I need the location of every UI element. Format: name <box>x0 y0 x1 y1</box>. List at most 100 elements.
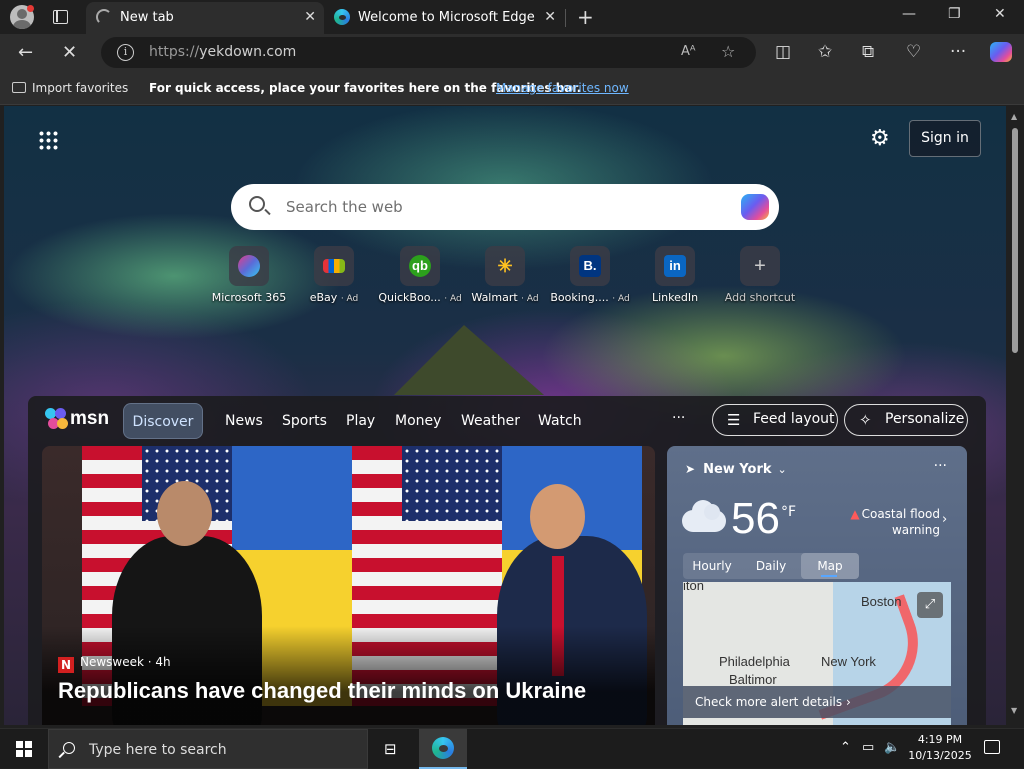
shortcut-walmart[interactable]: ✳ Walmart · Ad <box>459 246 551 304</box>
feed-layout-button[interactable]: ☰ Feed layout <box>712 404 838 436</box>
profile-notification-badge <box>27 5 34 12</box>
shortcut-tile <box>314 246 354 286</box>
location-arrow-icon: ➤ <box>685 462 696 476</box>
cloudy-weather-icon <box>682 500 726 532</box>
chevron-down-icon: ⌄ <box>777 463 787 476</box>
close-tab-icon[interactable]: ✕ <box>544 9 556 25</box>
weather-tab-daily[interactable]: Daily <box>742 553 800 579</box>
tab-actions-icon[interactable] <box>53 10 68 24</box>
tab-new-tab[interactable]: New tab ✕ <box>86 2 324 34</box>
story-source-label: Newsweek · 4h <box>80 655 171 669</box>
ad-tag: · Ad <box>612 294 630 304</box>
personalize-button[interactable]: ✧ Personalize <box>844 404 968 436</box>
minimize-icon[interactable]: — <box>902 6 916 22</box>
hero-story-card[interactable]: N Newsweek · 4h Republicans have changed … <box>42 446 655 725</box>
new-tab-button[interactable]: + <box>577 5 594 29</box>
more-icon[interactable]: ··· <box>950 42 966 62</box>
network-icon[interactable]: ▭ <box>862 740 874 755</box>
weather-alert[interactable]: ▲ Coastal flood warning <box>845 506 940 538</box>
sliders-icon: ☰ <box>727 411 741 429</box>
manage-favorites-link[interactable]: Manage favorites now <box>496 81 629 95</box>
more-options-icon[interactable]: ··· <box>934 458 947 474</box>
chevron-right-icon[interactable]: › <box>942 512 947 527</box>
tab-news[interactable]: News <box>225 403 263 439</box>
weather-location[interactable]: ➤ New York ⌄ <box>685 462 787 477</box>
shortcut-booking[interactable]: B. Booking.... · Ad <box>544 246 636 304</box>
settings-gear-icon[interactable]: ⚙ <box>870 126 890 151</box>
weather-card[interactable]: ➤ New York ⌄ ··· 56 °F ▲ Coastal flood warni… <box>667 446 967 725</box>
temperature: 56 <box>731 494 780 543</box>
tab-watch[interactable]: Watch <box>538 403 582 439</box>
alert-details-link[interactable]: Check more alert details › <box>683 686 951 718</box>
copilot-icon[interactable] <box>990 42 1012 62</box>
expand-icon[interactable]: ⤢ <box>917 592 943 618</box>
favorites-bar: Import favorites For quick access, place… <box>0 72 1024 105</box>
site-info-icon[interactable]: i <box>117 44 134 61</box>
shortcut-add[interactable]: + Add shortcut <box>714 246 806 304</box>
tab-welcome-edge[interactable]: Welcome to Microsoft Edge ✕ <box>324 2 564 34</box>
shortcut-ebay[interactable]: eBay · Ad <box>288 246 380 304</box>
loading-spinner-icon <box>96 9 112 25</box>
weather-tab-map[interactable]: Map <box>801 553 859 579</box>
address-url[interactable]: https://yekdown.com <box>149 44 296 60</box>
taskbar-clock[interactable]: 4:19 PM 10/13/2025 <box>908 732 972 764</box>
read-aloud-icon[interactable]: Aᴬ <box>681 44 696 59</box>
tab-sports[interactable]: Sports <box>282 403 327 439</box>
sparkle-icon: ✧ <box>859 411 872 429</box>
tab-money[interactable]: Money <box>395 403 441 439</box>
notifications-icon[interactable] <box>984 740 1000 754</box>
shortcut-linkedin[interactable]: in LinkedIn <box>629 246 721 304</box>
scroll-thumb[interactable] <box>1012 128 1018 353</box>
chevron-up-icon[interactable]: ⌃ <box>840 740 851 755</box>
favorites-icon[interactable]: ✩ <box>818 42 832 62</box>
stop-loading-icon[interactable]: ✕ <box>62 42 77 63</box>
windows-start-icon[interactable] <box>16 741 32 757</box>
shortcut-quickbooks[interactable]: qb QuickBoo... · Ad <box>374 246 466 304</box>
split-screen-icon[interactable]: ◫ <box>775 42 791 62</box>
weather-alert-map[interactable]: iton Boston Philadelphia New York Baltim… <box>683 582 951 725</box>
scroll-down-icon[interactable]: ▼ <box>1011 706 1017 715</box>
tab-discover[interactable]: Discover <box>123 403 203 439</box>
restore-icon[interactable]: ❐ <box>948 6 961 22</box>
linkedin-icon: in <box>664 255 686 277</box>
close-tab-icon[interactable]: ✕ <box>304 9 316 25</box>
add-plus-icon: + <box>754 255 766 277</box>
web-search-box[interactable]: Search the web <box>231 184 779 230</box>
alert-line2: warning <box>891 523 940 537</box>
msn-butterfly-icon <box>45 408 69 430</box>
story-headline[interactable]: Republicans have changed their minds on … <box>58 678 586 704</box>
address-bar[interactable]: i https://yekdown.com Aᴬ ☆ <box>101 37 756 68</box>
ad-tag: · Ad <box>340 294 359 304</box>
collections-icon[interactable]: ⧉ <box>862 42 874 62</box>
shortcut-label: Booking.... <box>550 291 609 304</box>
weather-tab-hourly[interactable]: Hourly <box>683 553 741 579</box>
browser-essentials-icon[interactable]: ♡ <box>906 42 921 62</box>
url-host: yekdown.com <box>199 44 297 60</box>
sign-in-button[interactable]: Sign in <box>909 120 981 157</box>
tab-weather[interactable]: Weather <box>461 403 520 439</box>
map-city-label: Baltimor <box>729 672 777 687</box>
back-arrow-icon[interactable]: ← <box>18 42 33 63</box>
import-favorites-button[interactable]: Import favorites <box>12 81 128 95</box>
app-launcher-icon[interactable] <box>38 130 58 150</box>
volume-muted-icon[interactable]: 🔈 <box>884 740 900 755</box>
tab-play[interactable]: Play <box>346 403 375 439</box>
alert-details-label: Check more alert details <box>695 695 843 709</box>
favorite-star-icon[interactable]: ☆ <box>721 42 735 61</box>
weather-tabs: Hourly Daily Map <box>683 553 859 579</box>
copilot-icon[interactable] <box>741 194 769 220</box>
shortcut-microsoft-365[interactable]: Microsoft 365 <box>203 246 295 304</box>
close-window-icon[interactable]: ✕ <box>994 6 1006 22</box>
scroll-up-icon[interactable]: ▲ <box>1011 112 1017 121</box>
ebay-bag-icon <box>323 259 345 273</box>
taskbar-edge-button[interactable] <box>419 729 467 769</box>
map-city-label: iton <box>683 582 704 593</box>
newsweek-logo-icon: N <box>58 657 74 673</box>
shortcut-label: Microsoft 365 <box>211 291 287 304</box>
page-scrollbar[interactable]: ▲ ▼ <box>1006 106 1024 725</box>
tab-divider <box>565 9 566 27</box>
taskbar-search-box[interactable]: Type here to search <box>48 729 368 769</box>
more-tabs-icon[interactable]: ··· <box>672 410 685 426</box>
task-view-icon[interactable]: ⊟ <box>384 740 397 758</box>
booking-icon: B. <box>579 255 601 277</box>
